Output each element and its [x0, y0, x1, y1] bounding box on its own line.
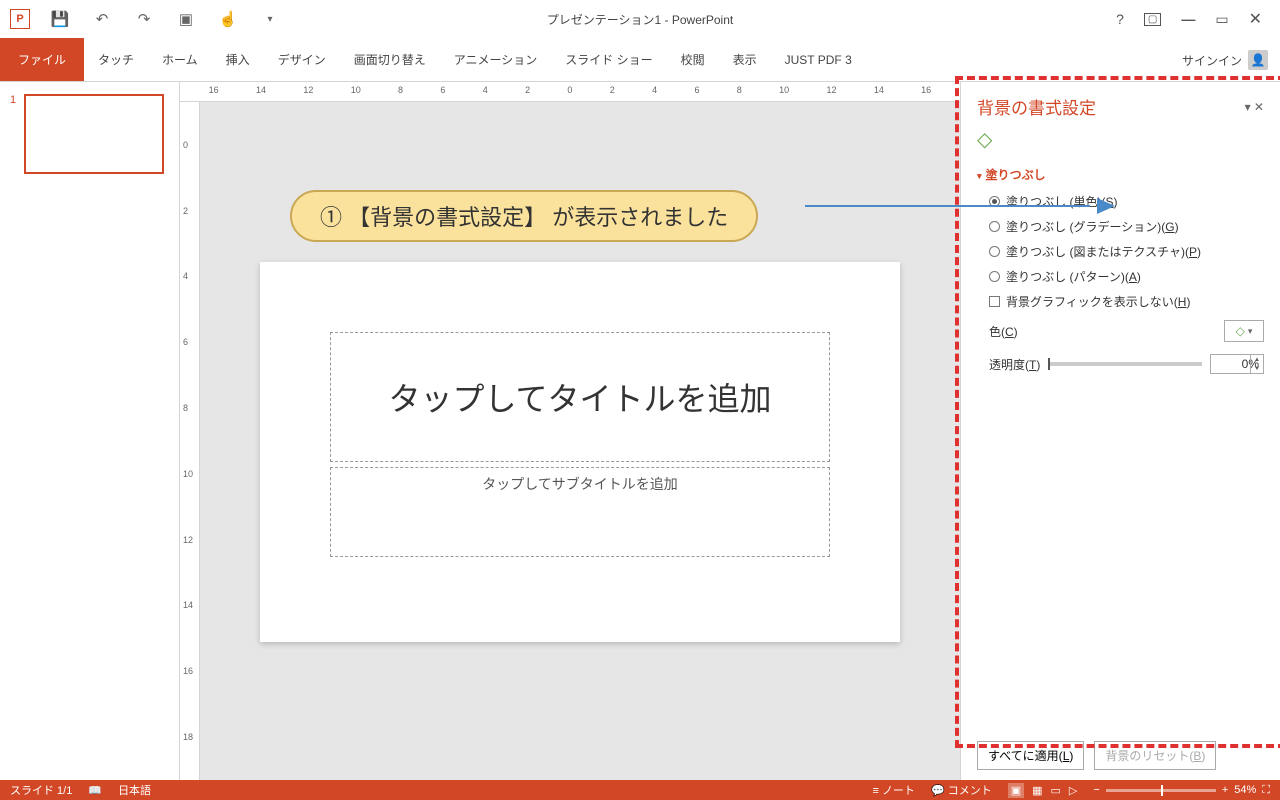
save-icon[interactable]: 💾 [48, 7, 72, 31]
avatar-icon: 👤 [1248, 50, 1268, 70]
touch-mode-icon[interactable]: ☝ [216, 7, 240, 31]
transparency-slider[interactable] [1048, 362, 1202, 366]
thumbnail-preview [24, 94, 164, 174]
app-icon: P [10, 9, 30, 29]
status-bar: スライド 1/1 📖 日本語 ≡ ノート 💬 コメント ▣ ▦ ▭ ▷ − + … [0, 780, 1280, 800]
tab-touch[interactable]: タッチ [84, 38, 148, 81]
reset-background-button: 背景のリセット(B) [1094, 741, 1216, 770]
spellcheck-icon[interactable]: 📖 [88, 784, 102, 797]
spinner[interactable]: ▲▼ [1250, 354, 1264, 374]
subtitle-placeholder[interactable]: タップしてサブタイトルを追加 [330, 467, 830, 557]
radio-picture-fill[interactable]: 塗りつぶし (図またはテクスチャ)(P) [989, 243, 1264, 260]
fill-bucket-icon[interactable]: ◇ [961, 127, 1280, 160]
slide: タップしてタイトルを追加 タップしてサブタイトルを追加 [260, 262, 900, 642]
format-background-pane: 背景の書式設定 ▾ ✕ ◇ 塗りつぶし 塗りつぶし (単色)(S) 塗りつぶし … [960, 82, 1280, 780]
view-buttons: ▣ ▦ ▭ ▷ [1008, 783, 1078, 798]
section-fill[interactable]: 塗りつぶし [961, 160, 1280, 189]
quick-access-toolbar: P 💾 ↶ ↷ ▣ ☝ ▾ [0, 7, 282, 31]
spin-up-icon[interactable]: ▲ [1251, 355, 1263, 364]
chevron-down-icon: ▾ [1248, 326, 1253, 337]
zoom-in-icon[interactable]: + [1222, 784, 1228, 796]
zoom-controls: − + 54% ⛶ [1093, 784, 1270, 797]
close-icon[interactable]: ✕ [1249, 9, 1262, 29]
radio-icon [989, 246, 1000, 257]
checkbox-hide-bg-graphics[interactable]: 背景グラフィックを表示しない(H) [989, 293, 1264, 310]
editor-area: 1614121086420246810121416 02468101214161… [180, 82, 960, 780]
color-label: 色(C) [989, 323, 1018, 340]
thumbnail-number: 1 [10, 94, 24, 174]
tab-file[interactable]: ファイル [0, 38, 84, 81]
pane-buttons: すべてに適用(L) 背景のリセット(B) [961, 731, 1280, 780]
status-slide[interactable]: スライド 1/1 [10, 782, 72, 798]
minimize-icon[interactable]: — [1181, 11, 1195, 27]
slider-thumb[interactable] [1048, 358, 1050, 370]
radio-pattern-fill[interactable]: 塗りつぶし (パターン)(A) [989, 268, 1264, 285]
tab-slideshow[interactable]: スライド ショー [551, 38, 666, 81]
zoom-thumb[interactable] [1161, 785, 1163, 796]
checkbox-icon [989, 296, 1000, 307]
title-placeholder[interactable]: タップしてタイトルを追加 [330, 332, 830, 462]
maximize-icon[interactable]: ▭ [1215, 11, 1228, 28]
tab-transition[interactable]: 画面切り替え [340, 38, 440, 81]
main-area: 1 1614121086420246810121416 024681012141… [0, 82, 1280, 780]
window-controls: ? ▢ — ▭ ✕ [1116, 9, 1280, 29]
ribbon-display-icon[interactable]: ▢ [1144, 13, 1161, 26]
notes-button[interactable]: ≡ ノート [872, 782, 914, 798]
tab-justpdf[interactable]: JUST PDF 3 [771, 38, 866, 81]
slideshow-icon[interactable]: ▣ [174, 7, 198, 31]
transparency-row: 透明度(T) 0%▲▼ [961, 348, 1280, 380]
thumbnail-1[interactable]: 1 [0, 94, 179, 174]
undo-icon[interactable]: ↶ [90, 7, 114, 31]
status-language[interactable]: 日本語 [118, 782, 151, 798]
ribbon-tabs: ファイル タッチ ホーム 挿入 デザイン 画面切り替え アニメーション スライド… [0, 38, 1280, 82]
help-icon[interactable]: ? [1116, 11, 1124, 27]
zoom-value[interactable]: 54% [1234, 784, 1256, 796]
tab-animation[interactable]: アニメーション [440, 38, 552, 81]
title-bar: P 💾 ↶ ↷ ▣ ☝ ▾ プレゼンテーション1 - PowerPoint ? … [0, 0, 1280, 38]
horizontal-ruler: 1614121086420246810121416 [180, 82, 960, 102]
redo-icon[interactable]: ↷ [132, 7, 156, 31]
reading-view-icon[interactable]: ▭ [1051, 784, 1061, 797]
zoom-out-icon[interactable]: − [1093, 784, 1099, 796]
tab-design[interactable]: デザイン [264, 38, 340, 81]
pane-title: 背景の書式設定 [977, 94, 1096, 119]
pane-options-icon[interactable]: ▾ ✕ [1245, 100, 1264, 114]
radio-icon [989, 271, 1000, 282]
fit-window-icon[interactable]: ⛶ [1262, 784, 1270, 797]
tab-home[interactable]: ホーム [148, 38, 212, 81]
qat-dropdown-icon[interactable]: ▾ [258, 7, 282, 31]
tab-review[interactable]: 校閲 [667, 38, 719, 81]
transparency-value[interactable]: 0%▲▼ [1210, 354, 1264, 374]
tab-view[interactable]: 表示 [719, 38, 771, 81]
color-picker-button[interactable]: ◇▾ [1224, 320, 1264, 342]
normal-view-icon[interactable]: ▣ [1008, 783, 1024, 798]
slideshow-view-icon[interactable]: ▷ [1069, 784, 1077, 797]
annotation-callout: ① 【背景の書式設定】 が表示されました [290, 190, 758, 242]
sign-in-label: サインイン [1182, 52, 1242, 69]
spin-down-icon[interactable]: ▼ [1251, 364, 1263, 373]
sorter-view-icon[interactable]: ▦ [1032, 784, 1042, 797]
color-row: 色(C) ◇▾ [961, 314, 1280, 348]
pane-title-row: 背景の書式設定 ▾ ✕ [961, 82, 1280, 127]
annotation-arrow [805, 202, 1115, 210]
thumbnail-panel: 1 [0, 82, 180, 780]
vertical-ruler: 024681012141618 [180, 102, 200, 780]
radio-icon [989, 221, 1000, 232]
zoom-slider[interactable] [1106, 789, 1216, 792]
apply-all-button[interactable]: すべてに適用(L) [977, 741, 1084, 770]
comments-button[interactable]: 💬 コメント [931, 782, 992, 798]
sign-in[interactable]: サインイン 👤 [1182, 38, 1268, 82]
tab-insert[interactable]: 挿入 [212, 38, 264, 81]
radio-gradient-fill[interactable]: 塗りつぶし (グラデーション)(G) [989, 218, 1264, 235]
transparency-label: 透明度(T) [989, 356, 1040, 373]
